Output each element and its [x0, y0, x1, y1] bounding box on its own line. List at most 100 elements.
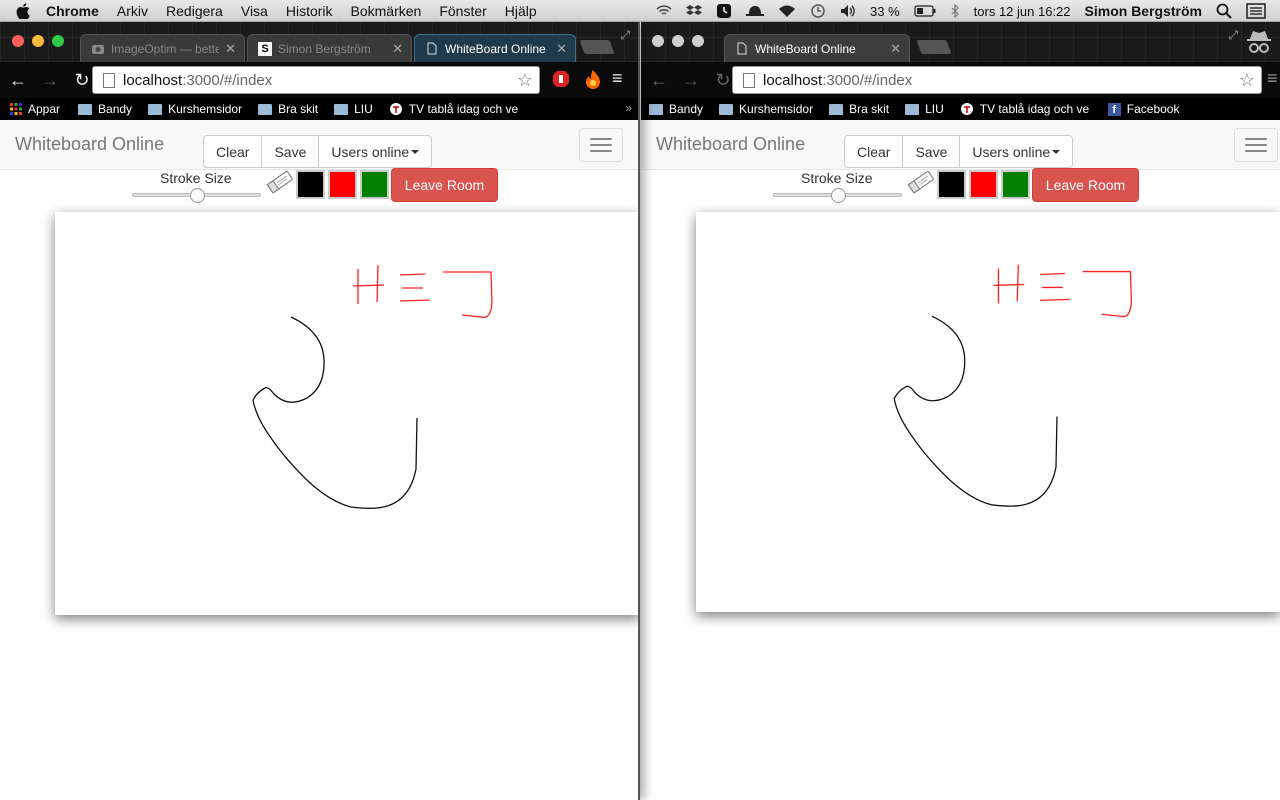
bookmark-tv-tabla[interactable]: TV tablå idag och ve — [960, 102, 1100, 116]
brand-title[interactable]: Whiteboard Online — [15, 134, 164, 155]
color-swatch-red[interactable] — [328, 170, 357, 199]
volume-icon[interactable] — [840, 4, 856, 18]
tab-title: WhiteBoard Online — [445, 41, 546, 56]
bookmark-apps[interactable]: Appar — [10, 102, 60, 116]
bookmark-facebook[interactable]: f Facebook — [1107, 102, 1179, 116]
save-button[interactable]: Save — [261, 135, 320, 168]
users-online-dropdown[interactable]: Users online — [959, 135, 1074, 168]
tab-whiteboard-online[interactable]: WhiteBoard Online ✕ — [724, 34, 910, 62]
bookmark-bra-skit[interactable]: Bra skit — [258, 102, 318, 116]
red-sketch-hej — [993, 264, 1133, 318]
back-button[interactable]: ← — [645, 70, 673, 91]
bookmark-liu[interactable]: LIU — [905, 102, 944, 116]
menu-fonster[interactable]: Fönster — [439, 3, 486, 19]
close-window-button[interactable] — [652, 35, 664, 47]
drawing-canvas[interactable] — [696, 212, 1280, 612]
minimize-window-button[interactable] — [32, 35, 44, 47]
adblock-icon[interactable] — [552, 70, 570, 93]
page-icon — [103, 72, 115, 88]
tab-imageoptim[interactable]: ImageOptim — bette ✕ — [80, 34, 245, 62]
eraser-icon[interactable] — [265, 168, 295, 196]
user-name[interactable]: Simon Bergström — [1085, 3, 1202, 19]
fire-extension-icon[interactable] — [584, 69, 602, 94]
tab-whiteboard-online[interactable]: WhiteBoard Online ✕ — [414, 34, 576, 62]
bluetooth-icon[interactable] — [950, 4, 960, 18]
stroke-size-label: Stroke Size — [160, 170, 232, 186]
bookmark-star-icon[interactable]: ☆ — [517, 70, 533, 91]
users-online-dropdown[interactable]: Users online — [318, 135, 433, 168]
drawing-canvas[interactable] — [55, 212, 638, 615]
wifi-alt-icon[interactable] — [656, 5, 672, 17]
stroke-size-slider-handle[interactable] — [189, 188, 205, 203]
bookmark-label: Bandy — [669, 102, 704, 116]
close-tab-icon[interactable]: ✕ — [890, 41, 901, 57]
leave-room-button[interactable]: Leave Room — [1032, 168, 1139, 202]
back-button[interactable]: ← — [4, 70, 32, 91]
action-button-group: Clear Save Users online — [203, 135, 433, 168]
battery-icon[interactable] — [914, 5, 936, 17]
menu-historik[interactable]: Historik — [286, 3, 333, 19]
brand-title[interactable]: Whiteboard Online — [656, 134, 805, 155]
chrome-menu-icon[interactable]: ≡ — [1267, 68, 1278, 89]
navbar-toggle-button[interactable] — [579, 128, 623, 162]
zoom-window-button[interactable] — [692, 35, 704, 47]
url-path: :3000/#/index — [182, 71, 273, 89]
fullscreen-icon[interactable]: ⤢ — [1228, 28, 1238, 43]
bookmark-kurshemsidor[interactable]: Kurshemsidor — [148, 102, 242, 116]
eraser-icon[interactable] — [906, 168, 936, 196]
bookmark-tv-tabla[interactable]: TV tablå idag och ve — [389, 102, 529, 116]
navbar-toggle-button[interactable] — [1234, 128, 1278, 162]
chrome-menu-icon[interactable]: ≡ — [612, 68, 623, 89]
color-swatch-green[interactable] — [360, 170, 389, 199]
address-bar[interactable]: localhost:3000/#/index ☆ — [732, 66, 1262, 94]
close-tab-icon[interactable]: ✕ — [392, 41, 403, 57]
clock-app-icon[interactable] — [716, 3, 732, 19]
wifi-icon[interactable] — [778, 5, 796, 18]
bookmark-bandy[interactable]: Bandy — [78, 102, 132, 116]
menu-app-chrome[interactable]: Chrome — [46, 3, 99, 19]
fullscreen-icon[interactable]: ⤢ — [620, 28, 630, 43]
bookmark-label: Bandy — [98, 102, 133, 116]
tab-strip: WhiteBoard Online ✕ ⤢ — [641, 22, 1280, 62]
forward-button[interactable]: → — [677, 70, 705, 91]
notification-center-icon[interactable] — [1246, 3, 1266, 19]
menu-redigera[interactable]: Redigera — [166, 3, 223, 19]
bookmarks-overflow-icon[interactable]: » — [625, 101, 632, 115]
new-tab-button[interactable] — [579, 40, 615, 54]
close-tab-icon[interactable]: ✕ — [556, 41, 567, 57]
clock-datetime[interactable]: tors 12 jun 16:22 — [974, 4, 1071, 19]
minimize-window-button[interactable] — [672, 35, 684, 47]
save-button[interactable]: Save — [902, 135, 961, 168]
bookmark-liu[interactable]: LIU — [334, 102, 373, 116]
apple-icon[interactable] — [16, 2, 32, 19]
spotlight-icon[interactable] — [1216, 3, 1232, 19]
time-machine-icon[interactable] — [810, 3, 826, 19]
color-swatch-black[interactable] — [937, 170, 966, 199]
color-swatch-red[interactable] — [969, 170, 998, 199]
leave-room-button[interactable]: Leave Room — [391, 168, 498, 202]
new-tab-button[interactable] — [916, 40, 952, 54]
dropbox-icon[interactable] — [686, 4, 703, 18]
color-swatch-black[interactable] — [296, 170, 325, 199]
menu-visa[interactable]: Visa — [241, 3, 268, 19]
bookmark-bra-skit[interactable]: Bra skit — [829, 102, 889, 116]
bookmark-star-icon[interactable]: ☆ — [1239, 70, 1255, 91]
zoom-window-button[interactable] — [52, 35, 64, 47]
bookmark-kurshemsidor[interactable]: Kurshemsidor — [719, 102, 813, 116]
close-tab-icon[interactable]: ✕ — [225, 41, 236, 57]
menu-bokmarken[interactable]: Bokmärken — [351, 3, 422, 19]
forward-button[interactable]: → — [36, 70, 64, 91]
menu-arkiv[interactable]: Arkiv — [117, 3, 148, 19]
bookmark-bandy[interactable]: Bandy — [649, 102, 703, 116]
clear-button[interactable]: Clear — [844, 135, 904, 168]
clear-button[interactable]: Clear — [203, 135, 263, 168]
hat-icon[interactable] — [746, 5, 765, 17]
menu-hjalp[interactable]: Hjälp — [505, 3, 537, 19]
close-window-button[interactable] — [12, 35, 24, 47]
canvas-drawing — [893, 264, 1133, 507]
tab-simon-bergstrom[interactable]: S Simon Bergström ✕ — [247, 34, 412, 62]
color-swatch-green[interactable] — [1001, 170, 1030, 199]
stroke-size-slider-handle[interactable] — [830, 188, 846, 203]
address-bar[interactable]: localhost:3000/#/index ☆ — [92, 66, 540, 94]
bookmark-label: Bra skit — [278, 102, 319, 116]
